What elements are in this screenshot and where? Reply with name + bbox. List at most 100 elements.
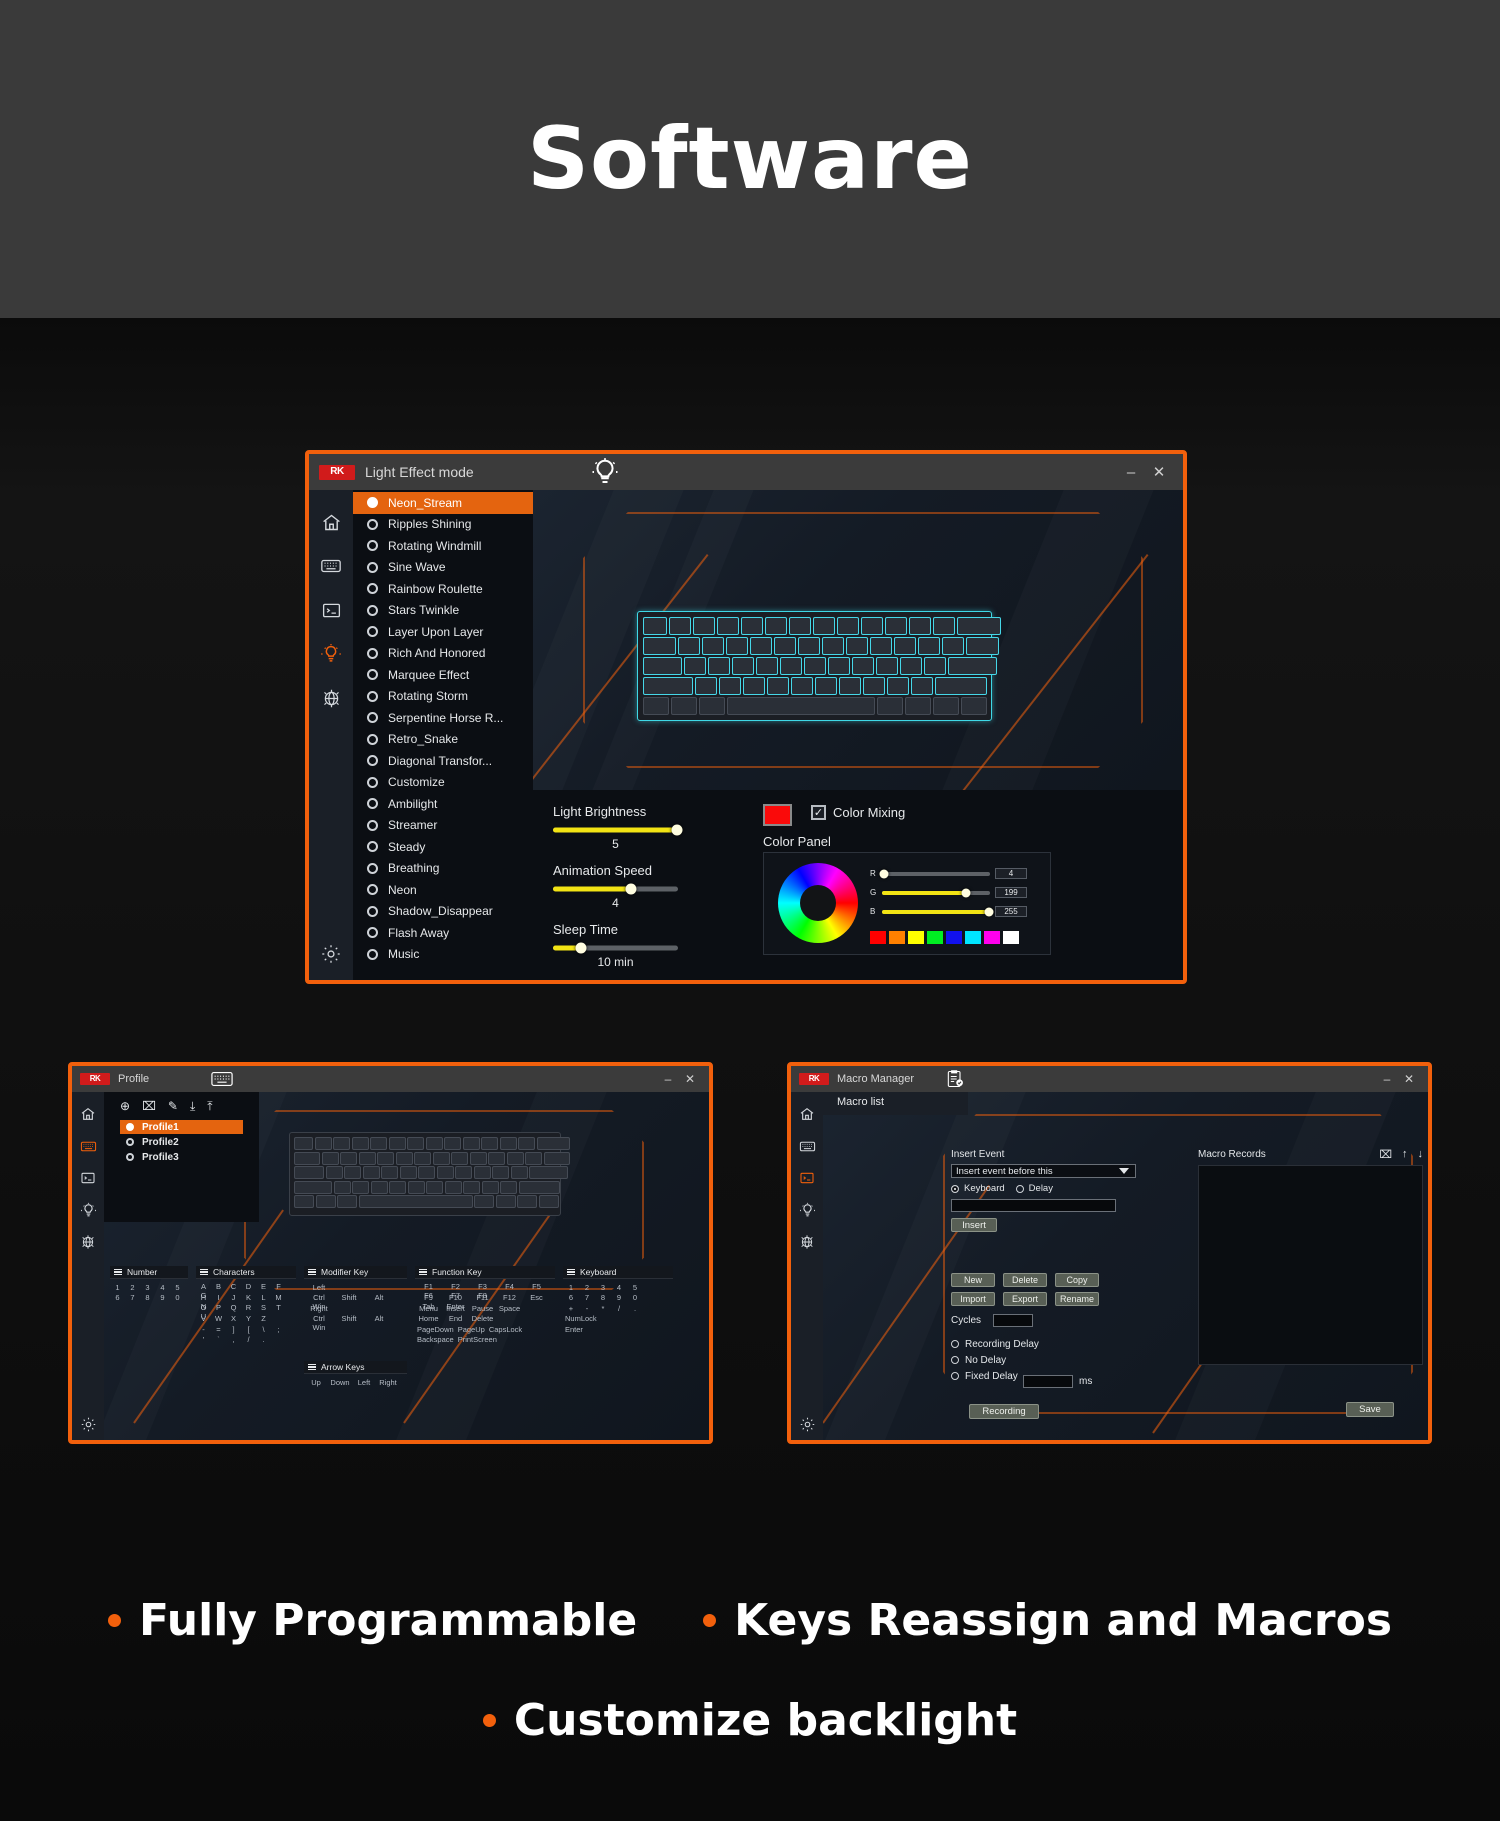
- key-chip[interactable]: F5: [523, 1282, 550, 1291]
- key-category-header[interactable]: Number: [110, 1266, 188, 1279]
- key-chip[interactable]: Down: [328, 1378, 352, 1387]
- recording-button[interactable]: Recording: [969, 1404, 1039, 1419]
- rgb-r-slider[interactable]: [879, 869, 990, 878]
- key-category-header[interactable]: Arrow Keys: [304, 1361, 407, 1374]
- close-button[interactable]: ✕: [1398, 1072, 1420, 1086]
- key-chip[interactable]: 1: [110, 1283, 125, 1292]
- key-chip[interactable]: 7: [125, 1293, 140, 1302]
- key-chip[interactable]: ;: [271, 1325, 286, 1334]
- light-effect-radio[interactable]: [367, 540, 378, 552]
- profile-item[interactable]: Profile3: [120, 1150, 243, 1164]
- delay-option-radio[interactable]: [951, 1356, 959, 1364]
- light-effect-item[interactable]: Music: [353, 944, 533, 966]
- light-effect-item[interactable]: Ripples Shining: [353, 514, 533, 536]
- key-chip[interactable]: Home: [415, 1314, 442, 1323]
- sidebar-item-home[interactable]: [72, 1098, 104, 1130]
- key-chip[interactable]: L: [256, 1293, 271, 1302]
- export-button[interactable]: Export: [1003, 1292, 1047, 1306]
- delay-radio[interactable]: [1015, 1184, 1024, 1193]
- key-chip[interactable]: E: [256, 1282, 271, 1291]
- key-chip[interactable]: /: [611, 1304, 627, 1313]
- edit-profile-icon[interactable]: ✎: [168, 1099, 178, 1113]
- color-swatch[interactable]: [870, 931, 886, 944]
- key-chip[interactable]: S: [256, 1303, 271, 1312]
- delay-option-radio[interactable]: [951, 1340, 959, 1348]
- key-chip[interactable]: Alt: [364, 1314, 394, 1323]
- key-chip[interactable]: 3: [140, 1283, 155, 1292]
- sidebar-item-settings[interactable]: [791, 1408, 823, 1440]
- light-effect-item[interactable]: Customize: [353, 772, 533, 794]
- light-effect-item[interactable]: Rainbow Roulette: [353, 578, 533, 600]
- key-chip[interactable]: Pause: [469, 1304, 496, 1313]
- light-effect-radio[interactable]: [367, 690, 378, 702]
- color-mixing-row[interactable]: ✓ Color Mixing: [811, 805, 905, 820]
- key-chip[interactable]: A: [196, 1282, 211, 1291]
- key-chip[interactable]: F10: [442, 1293, 469, 1302]
- key-chip[interactable]: NumLock: [563, 1314, 599, 1323]
- key-chip[interactable]: 3: [595, 1283, 611, 1292]
- light-effect-radio[interactable]: [367, 862, 378, 874]
- rgb-g-value[interactable]: 199: [995, 887, 1027, 898]
- light-effect-item[interactable]: Steady: [353, 836, 533, 858]
- minimize-button[interactable]: –: [1376, 1072, 1398, 1086]
- light-effect-item[interactable]: Retro_Snake: [353, 729, 533, 751]
- key-chip[interactable]: .: [627, 1304, 643, 1313]
- light-effect-item[interactable]: Diagonal Transfor...: [353, 750, 533, 772]
- key-chip[interactable]: ': [196, 1335, 211, 1344]
- sidebar-item-light-effect[interactable]: [72, 1194, 104, 1226]
- light-effect-radio[interactable]: [367, 712, 378, 724]
- key-chip[interactable]: F: [271, 1282, 286, 1291]
- sidebar-item-light-effect[interactable]: [309, 632, 353, 676]
- sidebar-item-keyboard[interactable]: [791, 1130, 823, 1162]
- color-swatch[interactable]: [1003, 931, 1019, 944]
- key-chip[interactable]: *: [595, 1304, 611, 1313]
- close-button[interactable]: ✕: [1145, 463, 1173, 481]
- light-effect-radio[interactable]: [367, 497, 378, 509]
- light-effect-radio[interactable]: [367, 819, 378, 831]
- key-chip[interactable]: Z: [256, 1314, 271, 1323]
- key-chip[interactable]: Menu: [415, 1304, 442, 1313]
- light-effect-radio[interactable]: [367, 669, 378, 681]
- key-chip[interactable]: 4: [611, 1283, 627, 1292]
- key-chip[interactable]: ,: [226, 1335, 241, 1344]
- key-chip[interactable]: F12: [496, 1293, 523, 1302]
- key-chip[interactable]: Ctrl: [304, 1314, 334, 1323]
- rgb-g-slider[interactable]: [882, 888, 990, 897]
- key-chip[interactable]: End: [442, 1314, 469, 1323]
- key-chip[interactable]: `: [211, 1335, 226, 1344]
- delay-option[interactable]: No Delay: [951, 1352, 1039, 1368]
- sidebar-item-macro[interactable]: [791, 1162, 823, 1194]
- key-chip[interactable]: 0: [627, 1293, 643, 1302]
- rgb-b-slider[interactable]: [882, 907, 994, 916]
- key-chip[interactable]: -: [196, 1325, 211, 1334]
- key-chip[interactable]: Win: [304, 1323, 334, 1332]
- light-effect-item[interactable]: Sine Wave: [353, 557, 533, 579]
- key-chip[interactable]: Ctrl: [304, 1293, 334, 1302]
- key-chip[interactable]: Insert: [442, 1304, 469, 1313]
- copy-button[interactable]: Copy: [1055, 1273, 1099, 1287]
- light-effect-radio[interactable]: [367, 604, 378, 616]
- profile-item[interactable]: Profile1: [120, 1120, 243, 1134]
- key-chip[interactable]: Alt: [364, 1293, 394, 1302]
- key-chip[interactable]: Delete: [469, 1314, 496, 1323]
- light-effect-item[interactable]: Flash Away: [353, 922, 533, 944]
- save-button[interactable]: Save: [1346, 1402, 1394, 1417]
- insert-event-select[interactable]: Insert event before this: [951, 1164, 1136, 1178]
- rgb-b-value[interactable]: 255: [995, 906, 1027, 917]
- key-chip[interactable]: Esc: [523, 1293, 550, 1302]
- key-chip[interactable]: Up: [304, 1378, 328, 1387]
- key-category-header[interactable]: Keyboard: [563, 1266, 673, 1279]
- key-chip[interactable]: T: [271, 1303, 286, 1312]
- keyboard-preview[interactable]: [637, 611, 1001, 721]
- key-chip[interactable]: Space: [496, 1304, 523, 1313]
- key-chip[interactable]: R: [241, 1303, 256, 1312]
- light-effect-item[interactable]: Marquee Effect: [353, 664, 533, 686]
- light-effect-radio[interactable]: [367, 905, 378, 917]
- light-effect-item[interactable]: Shadow_Disappear: [353, 901, 533, 923]
- light-effect-item[interactable]: Stars Twinkle: [353, 600, 533, 622]
- light-effect-radio[interactable]: [367, 798, 378, 810]
- light-effect-radio[interactable]: [367, 948, 378, 960]
- light-effect-radio[interactable]: [367, 518, 378, 530]
- add-profile-icon[interactable]: ⊕: [120, 1099, 130, 1113]
- new-button[interactable]: New: [951, 1273, 995, 1287]
